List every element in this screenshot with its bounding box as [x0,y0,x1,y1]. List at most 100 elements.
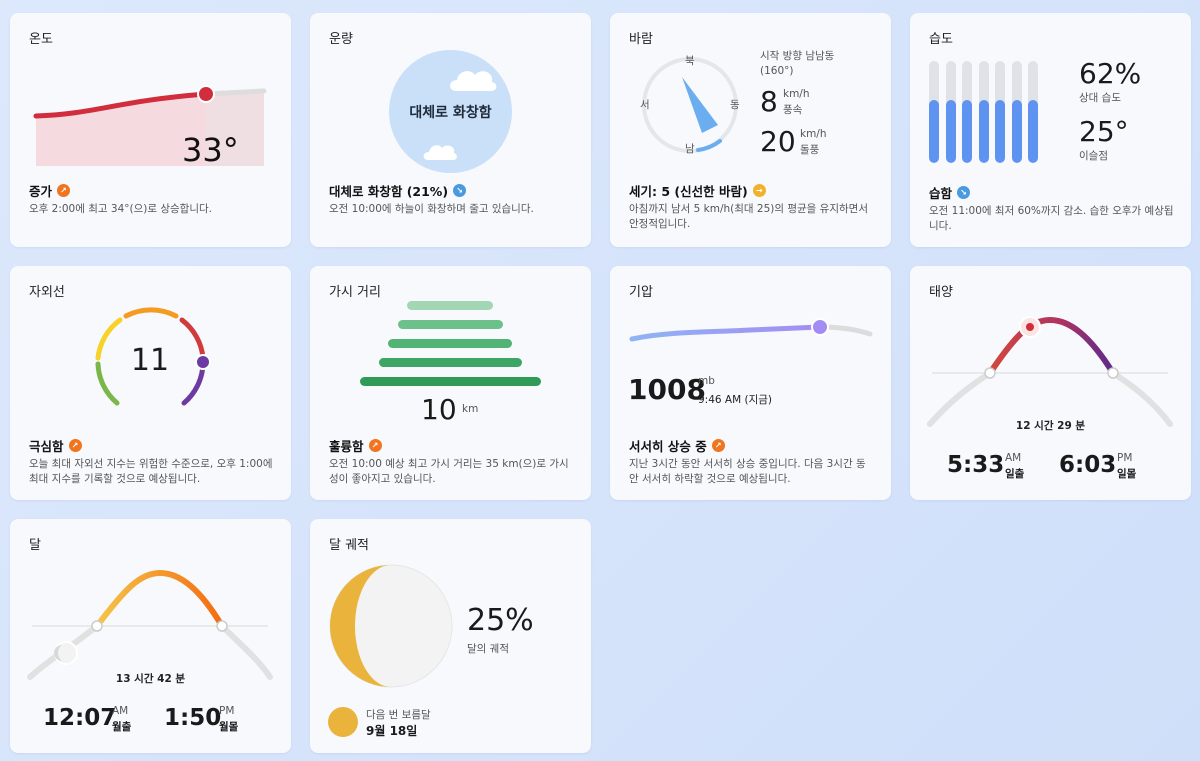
visibility-card[interactable]: 가시 거리 10 km 훌륭함 ↗ 오전 10:00 예상 최고 가시 거리는 … [310,266,591,500]
trend-up-icon: ↗ [711,439,725,452]
pressure-value: 1008 [628,373,706,406]
humidity-bar [1028,61,1038,163]
moonrise-ampm: AM [112,705,129,717]
humidity-card[interactable]: 습도 62% 상대 습도 25° 이슬점 습함 ↘ 오전 11:00에 최저 6… [910,13,1191,247]
temperature-value: 33° [182,131,239,169]
cloud-icon-small [423,145,457,160]
visibility-bar-4 [379,358,522,367]
cloud-status-text: 대체로 화창함 (21%) [329,184,449,199]
cloud-center-label: 대체로 화창함 [409,105,492,121]
compass-e: 동 [730,99,740,111]
visibility-title: 가시 거리 [329,285,381,300]
compass-n: 북 [685,55,695,67]
cloud-cover-title: 운량 [329,32,353,47]
pressure-card[interactable]: 기압 1008 mb 9:46 AM (지금) 서서히 상승 중 ↗ 지난 3시… [610,266,891,500]
wind-status-text: 세기: 5 (신선한 바람) [629,184,748,199]
sunset-label: 일몰 [1117,468,1137,480]
humidity-bar-fill [962,100,972,163]
humidity-title: 습도 [929,32,953,47]
wind-gust-value: 20 [760,125,796,158]
moonset-label: 월몰 [219,721,239,733]
temperature-card[interactable]: 온도 33° 증가 ↗ 오후 2:00에 최고 34°(으)로 상승합니다. [10,13,291,247]
moon-phase-label: 달의 궤적 [467,643,509,655]
wind-gust-unit: km/h [800,128,827,140]
moon-card[interactable]: 달 13 시간 42 분 12:07 AM 월출 1:50 PM 월몰 [10,519,291,753]
humidity-status: 습함 ↘ [929,183,971,202]
moon-phase-title: 달 궤적 [329,538,370,553]
humidity-bar [978,61,989,163]
pressure-status: 서서히 상승 중 ↗ [629,436,725,455]
sunset-ampm: PM [1117,452,1133,464]
moonset-ampm: PM [219,705,235,717]
humidity-bar [1011,61,1022,163]
wind-needle [682,77,718,133]
visibility-bar-2 [398,320,503,329]
sun-duration: 12 시간 29 분 [1015,420,1086,432]
sunset-time: 6:03 [1059,452,1117,478]
visibility-status-text: 훌륭함 [329,439,364,454]
humidity-bar-fill [995,100,1005,163]
visibility-bar-1 [407,301,493,310]
humidity-value: 62% [1079,57,1142,90]
humidity-bar-fill [978,100,989,163]
humidity-status-text: 습함 [929,186,953,201]
moonset-time: 1:50 [164,705,222,731]
trend-up-icon: ↗ [68,439,82,452]
moon-icon [54,641,78,665]
uv-desc: 오늘 최대 자외선 지수는 위험한 수준으로, 오후 1:00에 최대 지수를 … [29,458,273,485]
dew-point-value: 25° [1079,115,1129,148]
next-full-moon-label: 다음 번 보름달 [366,709,431,721]
temperature-title: 온도 [29,32,53,47]
cloud-cover-card[interactable]: 운량 대체로 화창함 대체로 화창함 (21%) ↘ 오전 10:00에 하늘이… [310,13,591,247]
uv-value: 11 [130,343,170,378]
moonrise-label: 월출 [112,721,132,733]
humidity-bar-fill [945,100,956,163]
humidity-bar [945,61,956,163]
trend-steady-icon: → [752,184,766,197]
visibility-desc: 오전 10:00 예상 최고 가시 거리는 35 km(으)로 가시성이 좋아지… [329,458,569,485]
compass-dial [642,57,738,153]
sunrise-time: 5:33 [947,452,1005,478]
visibility-unit: km [462,403,479,415]
compass-s: 남 [685,143,695,155]
sunrise-label: 일출 [1005,468,1025,480]
trend-up-icon: ↗ [368,439,382,452]
humidity-bar [929,61,939,163]
compass-w: 서 [640,99,650,111]
visibility-bar-5 [360,377,541,386]
wind-status: 세기: 5 (신선한 바람) → [629,181,766,200]
wind-speed-label: 풍속 [783,104,803,116]
uv-title: 자외선 [29,285,65,300]
moon-phase-graphic [329,564,453,688]
wind-card[interactable]: 바람 북 남 서 동 시작 방향 남남동 (160°) 8 km/h 풍속 20… [610,13,891,247]
humidity-bar-fill [929,100,939,163]
wind-speed-unit: km/h [783,88,810,100]
wind-direction-label: 시작 방향 남남동 [760,50,835,62]
sun-card[interactable]: 태양 12 시간 29 분 5:33 AM 일출 6:03 PM 일몰 [910,266,1191,500]
sunrise-ampm: AM [1005,452,1022,464]
humidity-bar-fill [1011,100,1022,163]
uv-card[interactable]: 자외선 11 극심함 ↗ 오늘 최대 자외선 지수는 위험한 수준으로, 오후 … [10,266,291,500]
wind-desc: 아침까지 남서 5 km/h(최대 25)의 평균을 유지하면서 안정적입니다. [629,203,868,230]
trend-up-icon: ↗ [57,184,71,197]
cloud-icon [450,71,497,91]
humidity-bar [962,61,972,163]
next-full-moon-date: 9월 18일 [366,724,418,738]
moon-phase-card[interactable]: 달 궤적 25% 달의 궤적 다음 번 보름달 9월 18일 [310,519,591,753]
uv-status: 극심함 ↗ [29,436,82,455]
pressure-time: 9:46 AM (지금) [698,394,773,406]
trend-down-icon: ↘ [957,186,971,199]
humidity-bar [995,61,1005,163]
visibility-value: 10 [421,393,457,426]
pressure-chart [629,318,873,342]
humidity-bars [929,61,1049,163]
cloud-status: 대체로 화창함 (21%) ↘ [329,181,467,200]
temperature-desc: 오후 2:00에 최고 34°(으)로 상승합니다. [29,203,212,215]
dew-point-label: 이슬점 [1079,150,1108,162]
uv-status-text: 극심함 [29,439,64,454]
humidity-value-label: 상대 습도 [1079,92,1121,104]
moon-title: 달 [29,538,41,553]
moon-phase-value: 25% [467,603,534,638]
pressure-desc: 지난 3시간 동안 서서히 상승 중입니다. 다음 3시간 동안 서서히 하락할… [629,458,866,485]
trend-down-icon: ↘ [453,184,467,197]
